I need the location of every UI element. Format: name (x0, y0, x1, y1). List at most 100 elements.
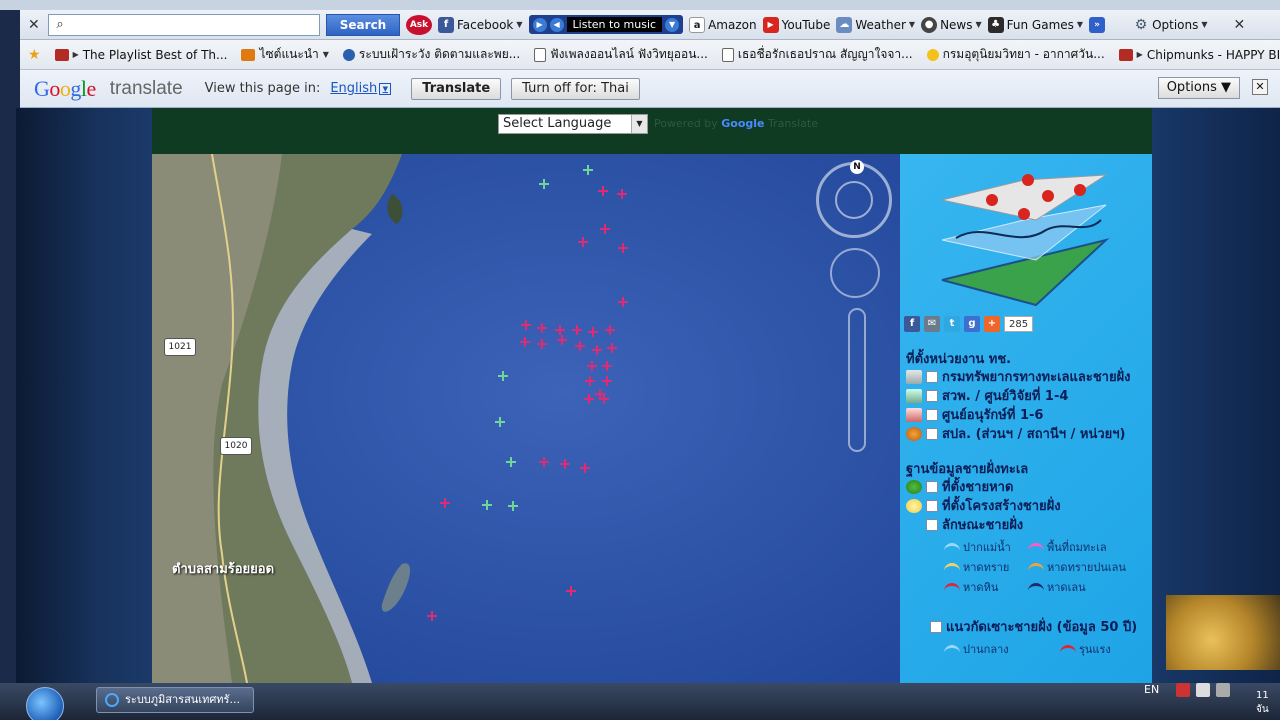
more-share-icon[interactable]: + (984, 316, 1000, 332)
layer-checkbox[interactable] (926, 408, 938, 421)
red-site-marker[interactable] (602, 376, 612, 386)
toolbar-search-box[interactable]: ⌕ (48, 13, 320, 36)
satellite-map[interactable]: 1021 1020 ตำบลสามร้อยยอด N (152, 154, 900, 683)
toolbar-search-button[interactable]: Search (326, 13, 400, 36)
layer-checkbox[interactable] (926, 427, 938, 440)
layer-row[interactable]: สปล. (ส่วนฯ / สถานีฯ / หน่วยฯ) (906, 423, 1126, 444)
red-site-marker[interactable] (580, 463, 590, 473)
red-site-marker[interactable] (607, 343, 617, 353)
layer-row[interactable]: แนวกัดเซาะชายฝั่ง (ข้อมูล 50 ปี) (930, 616, 1137, 637)
red-site-marker[interactable] (617, 189, 627, 199)
layer-checkbox[interactable] (926, 389, 938, 402)
select-language-dropdown[interactable]: Select Language ▼ (498, 114, 648, 134)
facebook-share-icon[interactable]: f (904, 316, 920, 332)
language-indicator[interactable]: EN (1144, 683, 1159, 696)
close-icon[interactable]: ✕ (1234, 17, 1248, 33)
green-site-marker[interactable] (498, 371, 508, 381)
music-player[interactable]: ▶ ◀ Listen to music ▼ (528, 15, 684, 34)
taskbar-window-item[interactable]: ระบบภูมิสารสนเทศทรั... (96, 687, 254, 713)
red-site-marker[interactable] (566, 586, 576, 596)
green-site-marker[interactable] (482, 500, 492, 510)
green-site-marker[interactable] (508, 501, 518, 511)
favorites-star-icon[interactable]: ★ (28, 47, 41, 63)
red-site-marker[interactable] (537, 323, 547, 333)
translate-button[interactable]: Translate (411, 77, 502, 100)
options-button[interactable]: ⚙ Options ▼ (1133, 17, 1208, 33)
layer-checkbox[interactable] (926, 499, 938, 512)
pan-ring[interactable] (835, 181, 873, 219)
layer-checkbox[interactable] (926, 480, 938, 493)
green-site-marker[interactable] (495, 417, 505, 427)
clock[interactable]: 11 จัน (1256, 689, 1269, 717)
bookmark-weather-dept[interactable]: กรมอุตุนิยมวิทยา - อากาศวัน... (926, 45, 1105, 64)
red-site-marker[interactable] (521, 320, 531, 330)
network-icon[interactable] (1196, 683, 1210, 697)
zoom-slider[interactable] (848, 308, 866, 452)
red-site-marker[interactable] (575, 341, 585, 351)
red-site-marker[interactable] (618, 297, 628, 307)
turn-off-button[interactable]: Turn off for: Thai (511, 77, 640, 100)
start-button[interactable] (26, 687, 64, 720)
twitter-share-icon[interactable]: t (944, 316, 960, 332)
close-icon[interactable]: ✕ (1252, 79, 1268, 95)
bookmark-chipmunks[interactable]: ▶ Chipmunks - HAPPY BI... (1118, 48, 1280, 62)
red-site-marker[interactable] (600, 224, 610, 234)
layer-row[interactable]: ที่ตั้งชายหาด (906, 476, 1013, 497)
speaker-icon[interactable]: ◀ (549, 17, 564, 32)
bookmark-online-music[interactable]: ฟังเพลงออนไลน์ ฟังวิทยุออน... (534, 45, 708, 64)
red-site-marker[interactable] (578, 237, 588, 247)
bookmark-song[interactable]: เธอชื่อรักเธอปราณ สัญญาใจจา... (721, 45, 913, 64)
facebook-button[interactable]: f Facebook ▼ (438, 16, 523, 33)
layer-checkbox[interactable] (926, 370, 938, 383)
look-control[interactable] (830, 248, 880, 298)
red-site-marker[interactable] (592, 345, 602, 355)
music-menu-icon[interactable]: ▼ (665, 17, 680, 32)
red-site-marker[interactable] (520, 337, 530, 347)
layer-row[interactable]: ที่ตั้งโครงสร้างชายฝั่ง (906, 495, 1061, 516)
red-site-marker[interactable] (584, 394, 594, 404)
more-button[interactable]: » (1089, 16, 1106, 33)
red-site-marker[interactable] (539, 457, 549, 467)
red-site-marker[interactable] (557, 335, 567, 345)
antivirus-icon[interactable] (1176, 683, 1190, 697)
layer-checkbox[interactable] (930, 620, 942, 633)
red-site-marker[interactable] (440, 498, 450, 508)
red-site-marker[interactable] (587, 361, 597, 371)
close-toolbar-icon[interactable]: ✕ (28, 17, 42, 33)
red-site-marker[interactable] (560, 459, 570, 469)
red-site-marker[interactable] (602, 361, 612, 371)
red-site-marker[interactable] (598, 186, 608, 196)
green-site-marker[interactable] (506, 457, 516, 467)
ask-button[interactable]: Ask (406, 14, 432, 35)
youtube-button[interactable]: ▶ YouTube (762, 16, 830, 33)
language-dropdown[interactable]: English ▼ (330, 81, 392, 96)
green-site-marker[interactable] (539, 179, 549, 189)
volume-icon[interactable] (1216, 683, 1230, 697)
weather-button[interactable]: ☁ Weather ▼ (836, 16, 915, 33)
translate-options-button[interactable]: Options ▼ (1157, 77, 1240, 99)
compass-north-icon[interactable]: N (850, 160, 864, 174)
red-site-marker[interactable] (585, 376, 595, 386)
green-site-marker[interactable] (583, 165, 593, 175)
layer-checkbox[interactable] (926, 518, 938, 531)
amazon-button[interactable]: a Amazon (689, 16, 757, 33)
layer-row[interactable]: กรมทรัพยากรทางทะเลและชายฝั่ง (906, 366, 1131, 387)
red-site-marker[interactable] (555, 325, 565, 335)
red-site-marker[interactable] (618, 243, 628, 253)
bookmark-playlist[interactable]: ▶ The Playlist Best of Th... (54, 48, 227, 62)
red-site-marker[interactable] (572, 325, 582, 335)
google-share-icon[interactable]: g (964, 316, 980, 332)
red-site-marker[interactable] (599, 394, 609, 404)
email-share-icon[interactable]: ✉ (924, 316, 940, 332)
red-site-marker[interactable] (588, 327, 598, 337)
red-site-marker[interactable] (605, 325, 615, 335)
toolbar-search-input[interactable] (71, 15, 319, 34)
bookmark-suggested-sites[interactable]: ไซต์แนะนำ ▼ (241, 45, 329, 64)
news-button[interactable]: ● News ▼ (921, 16, 982, 33)
layer-row[interactable]: สวพ. / ศูนย์วิจัยที่ 1-4 (906, 385, 1068, 406)
red-site-marker[interactable] (427, 611, 437, 621)
layer-row[interactable]: ลักษณะชายฝั่ง (926, 514, 1023, 535)
bookmark-monitoring[interactable]: ระบบเฝ้าระวัง ติดตามและพย... (342, 45, 520, 64)
red-site-marker[interactable] (537, 339, 547, 349)
games-button[interactable]: ♣ Fun Games ▼ (987, 16, 1083, 33)
